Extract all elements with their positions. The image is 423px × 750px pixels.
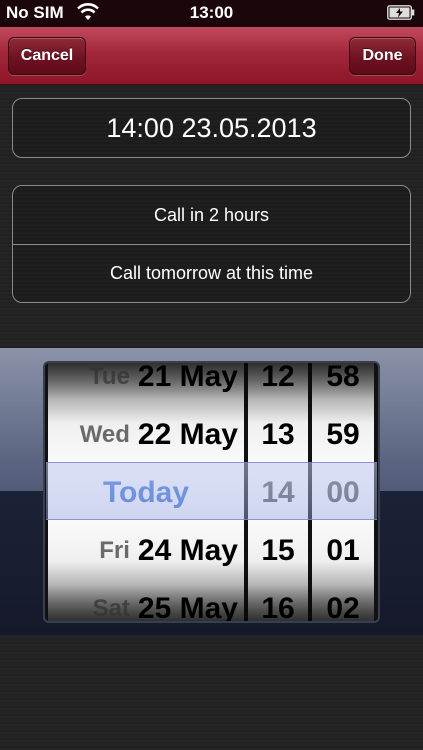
minute-row[interactable]: 59 [312, 406, 374, 464]
date-wheel[interactable]: Tue 21 May Wed 22 May Today Fri 24 May S… [48, 363, 244, 621]
minute-wheel[interactable]: 58 59 00 01 02 [312, 363, 374, 621]
hour-row[interactable]: 15 [248, 522, 308, 580]
date-row[interactable]: Wed 22 May [48, 406, 244, 464]
selected-datetime-field[interactable]: 14:00 23.05.2013 [12, 98, 411, 158]
nav-bar: Cancel Done [0, 27, 423, 85]
minute-row[interactable]: 58 [312, 363, 374, 406]
quick-options-group: Call in 2 hours Call tomorrow at this ti… [12, 185, 411, 303]
date-row[interactable]: Tue 21 May [48, 363, 244, 406]
date-row[interactable]: Sat 25 May [48, 580, 244, 621]
date-row-today[interactable]: Today [48, 464, 244, 522]
status-time: 13:00 [189, 3, 234, 22]
minute-row[interactable]: 01 [312, 522, 374, 580]
battery-charging-icon [387, 5, 415, 20]
option-call-tomorrow[interactable]: Call tomorrow at this time [13, 244, 410, 302]
hour-row[interactable]: 13 [248, 406, 308, 464]
minute-row[interactable]: 02 [312, 580, 374, 621]
minute-row-selected[interactable]: 00 [312, 464, 374, 522]
hour-row-selected[interactable]: 14 [248, 464, 308, 522]
cancel-button[interactable]: Cancel [8, 37, 86, 75]
hour-wheel[interactable]: 12 13 14 15 16 [248, 363, 308, 621]
hour-row[interactable]: 16 [248, 580, 308, 621]
date-row[interactable]: Fri 24 May [48, 522, 244, 580]
done-button[interactable]: Done [349, 37, 416, 75]
option-call-in-2-hours[interactable]: Call in 2 hours [13, 186, 410, 244]
hour-row[interactable]: 12 [248, 363, 308, 406]
status-bar: No SIM 13:00 [0, 0, 423, 27]
